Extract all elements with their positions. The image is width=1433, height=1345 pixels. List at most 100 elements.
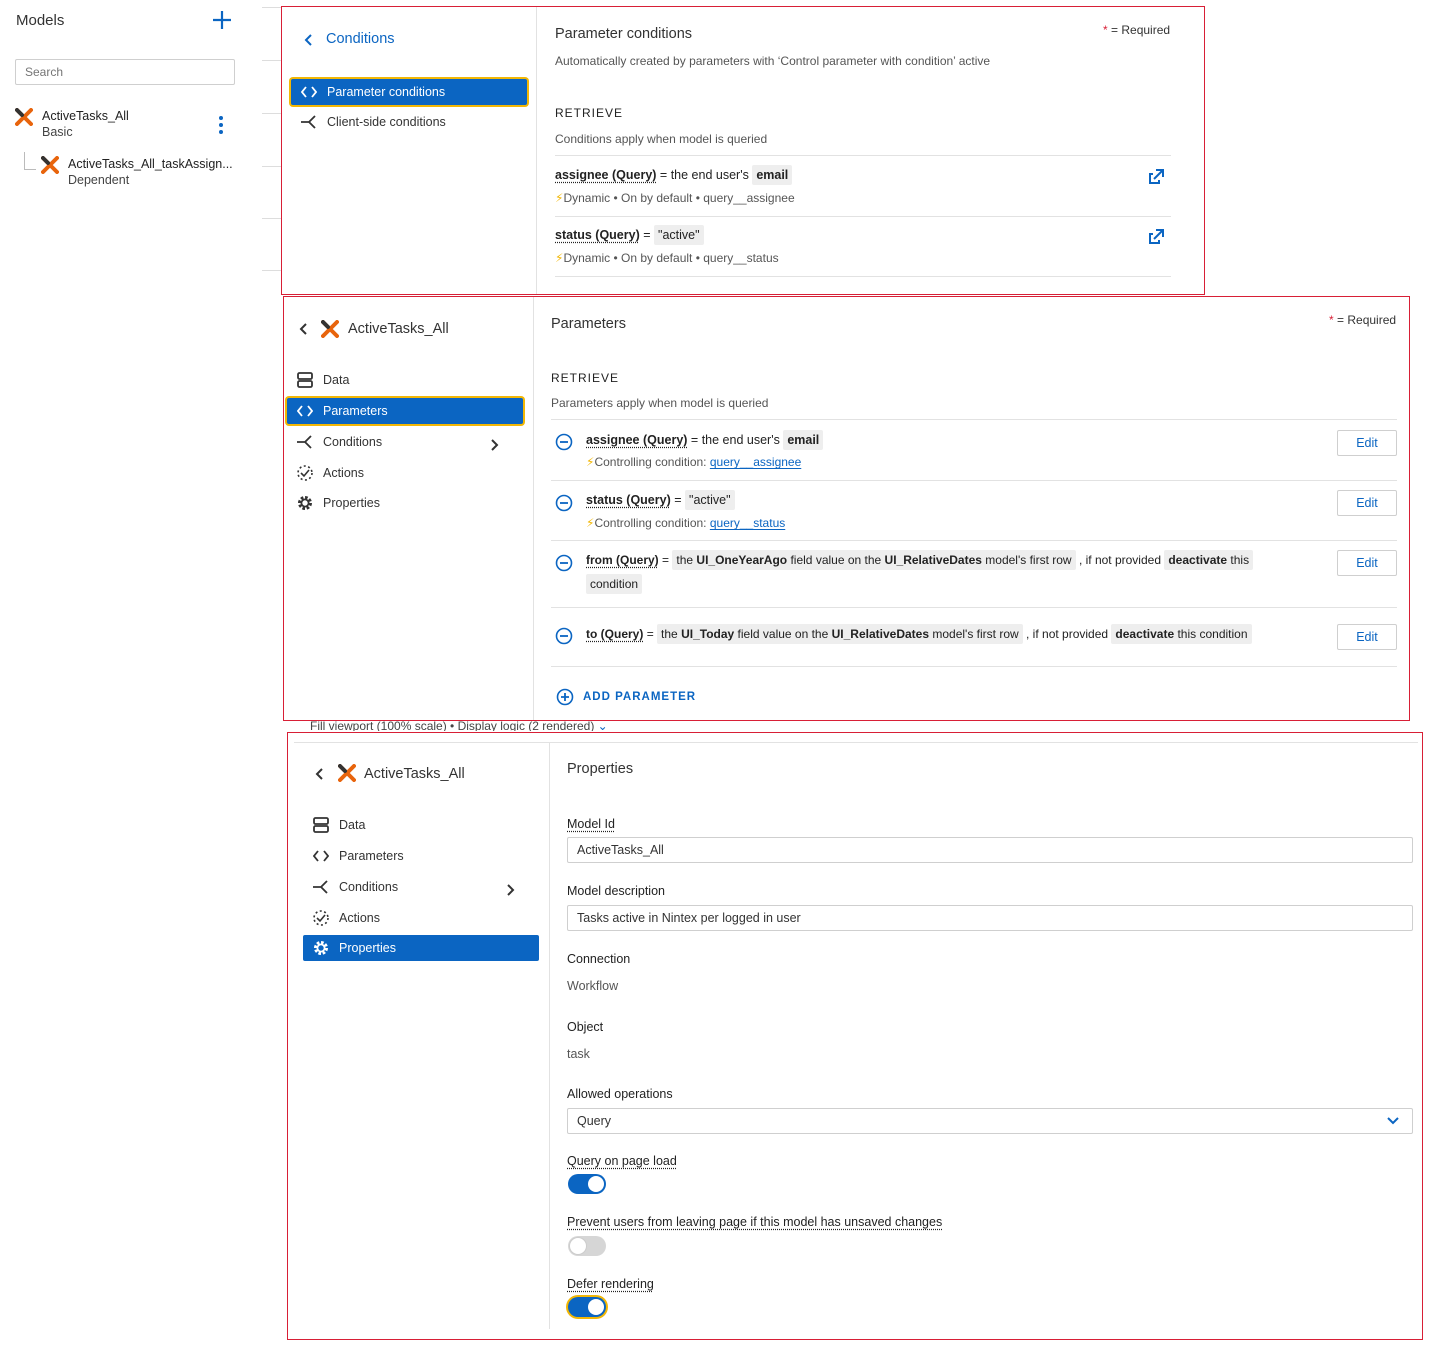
nav-actions[interactable]: Actions	[287, 460, 523, 486]
back-chevron-icon[interactable]	[297, 322, 311, 336]
nav-parameters[interactable]: Parameters	[287, 398, 523, 424]
model-description-input[interactable]	[567, 905, 1413, 931]
nav-label: Parameters	[339, 849, 404, 863]
nav-parameter-conditions[interactable]: Parameter conditions	[291, 79, 527, 105]
remove-parameter-icon[interactable]	[555, 433, 573, 451]
add-parameter-button[interactable]: ADD PARAMETER	[556, 688, 696, 706]
database-icon	[295, 370, 315, 390]
condition-assignee: assignee (Query) = the end user's email	[555, 165, 793, 185]
divider	[262, 7, 282, 8]
section-subtitle: Parameters apply when model is queried	[551, 396, 769, 410]
nav-data[interactable]: Data	[303, 812, 539, 838]
controlling-condition-link[interactable]: query__status	[710, 516, 785, 530]
nintex-logo-icon	[15, 108, 33, 126]
required-note: * = Required	[1103, 23, 1171, 37]
section-subtitle: Conditions apply when model is queried	[555, 132, 768, 146]
chevron-down-icon	[1386, 1116, 1400, 1126]
parameter-assignee: assignee (Query) = the end user's email	[586, 430, 824, 450]
remove-parameter-icon[interactable]	[555, 494, 573, 512]
connection-label: Connection	[567, 952, 631, 966]
nav-actions[interactable]: Actions	[303, 905, 539, 931]
defer-rendering-toggle[interactable]	[568, 1297, 606, 1317]
models-title: Models	[16, 12, 65, 29]
allowed-operations-select[interactable]: Query	[567, 1108, 1413, 1134]
actions-icon	[311, 908, 331, 928]
nav-label: Conditions	[323, 435, 383, 449]
add-model-icon[interactable]	[211, 9, 233, 31]
model-id-label: Model Id	[567, 817, 615, 831]
model-type: Basic	[42, 125, 73, 139]
back-chevron-icon[interactable]	[302, 33, 316, 47]
plus-circle-icon	[556, 688, 574, 706]
properties-panel: ActiveTasks_All Data Parameters Conditio…	[287, 732, 1423, 1340]
prevent-leave-toggle[interactable]	[568, 1236, 606, 1256]
controlling-condition: ⚡Controlling condition: query__status	[586, 516, 786, 530]
nav-data[interactable]: Data	[287, 367, 523, 393]
nav-label: Data	[323, 373, 350, 387]
nav-label: Actions	[323, 466, 364, 480]
edit-button[interactable]: Edit	[1337, 624, 1397, 650]
nav-conditions[interactable]: Conditions	[287, 429, 523, 455]
nintex-logo-icon	[41, 156, 59, 174]
back-chevron-icon[interactable]	[313, 767, 327, 781]
prevent-leave-label: Prevent users from leaving page if this …	[567, 1215, 943, 1229]
tree-connector	[24, 152, 36, 170]
nav-label: Actions	[339, 911, 380, 925]
chevron-right-icon	[485, 435, 505, 455]
controlling-condition: ⚡Controlling condition: query__assignee	[586, 455, 802, 469]
parameter-from-cont: condition	[586, 574, 643, 594]
remove-parameter-icon[interactable]	[555, 627, 573, 645]
models-sidebar: Models ActiveTasks_All Basic ActiveTasks…	[0, 0, 250, 300]
edit-button[interactable]: Edit	[1337, 490, 1397, 516]
nav-properties[interactable]: Properties	[287, 490, 523, 516]
controlling-condition-link[interactable]: query__assignee	[710, 455, 801, 469]
nav-parameters[interactable]: Parameters	[303, 843, 539, 869]
nav-conditions[interactable]: Conditions	[303, 874, 539, 900]
model-name: ActiveTasks_All_taskAssign...	[68, 157, 233, 171]
nintex-logo-icon	[321, 320, 339, 338]
nav-label: Conditions	[339, 880, 399, 894]
model-name-header: ActiveTasks_All	[364, 766, 465, 782]
model-id-input[interactable]	[567, 837, 1413, 863]
open-link-icon[interactable]	[1146, 227, 1166, 247]
edit-button[interactable]: Edit	[1337, 430, 1397, 456]
chevron-right-icon	[501, 880, 521, 900]
model-description-label: Model description	[567, 884, 665, 898]
more-options-icon[interactable]	[216, 115, 226, 135]
viewport-status-text: Fill viewport (100% scale) • Display log…	[310, 719, 608, 731]
conditions-back-label[interactable]: Conditions	[326, 31, 395, 47]
condition-meta: ⚡Dynamic • On by default • query__assign…	[555, 191, 795, 205]
gear-icon	[311, 938, 331, 958]
required-note: * = Required	[1329, 313, 1397, 327]
condition-status: status (Query) = "active"	[555, 225, 704, 245]
nav-properties[interactable]: Properties	[303, 935, 539, 961]
panel-title: Parameter conditions	[555, 26, 693, 42]
nav-client-side-conditions[interactable]: Client-side conditions	[291, 109, 527, 135]
allowed-operations-label: Allowed operations	[567, 1087, 673, 1101]
object-value: task	[567, 1047, 590, 1061]
section-title: RETRIEVE	[555, 106, 624, 120]
add-parameter-label: ADD PARAMETER	[583, 691, 697, 703]
branch-icon	[295, 432, 315, 452]
open-link-icon[interactable]	[1146, 167, 1166, 187]
actions-icon	[295, 463, 315, 483]
panel-title: Properties	[567, 761, 634, 777]
gear-icon	[295, 493, 315, 513]
panel-description: Automatically created by parameters with…	[555, 54, 991, 68]
query-on-page-load-toggle[interactable]	[568, 1174, 606, 1194]
branch-icon	[299, 112, 319, 132]
parameter-from: from (Query) = the UI_OneYearAgo field v…	[586, 550, 1254, 570]
allowed-operations-value: Query	[577, 1114, 612, 1128]
nav-label: Properties	[323, 496, 380, 510]
remove-parameter-icon[interactable]	[555, 554, 573, 572]
model-name-header: ActiveTasks_All	[348, 321, 449, 337]
section-title: RETRIEVE	[551, 371, 620, 385]
nav-label: Properties	[339, 941, 396, 955]
database-icon	[311, 815, 331, 835]
code-icon	[311, 846, 331, 866]
panel-title: Parameters	[551, 316, 626, 332]
edit-button[interactable]: Edit	[1337, 550, 1397, 576]
connection-value: Workflow	[567, 979, 619, 993]
query-on-page-load-label: Query on page load	[567, 1154, 677, 1168]
models-search-input[interactable]	[15, 59, 235, 85]
